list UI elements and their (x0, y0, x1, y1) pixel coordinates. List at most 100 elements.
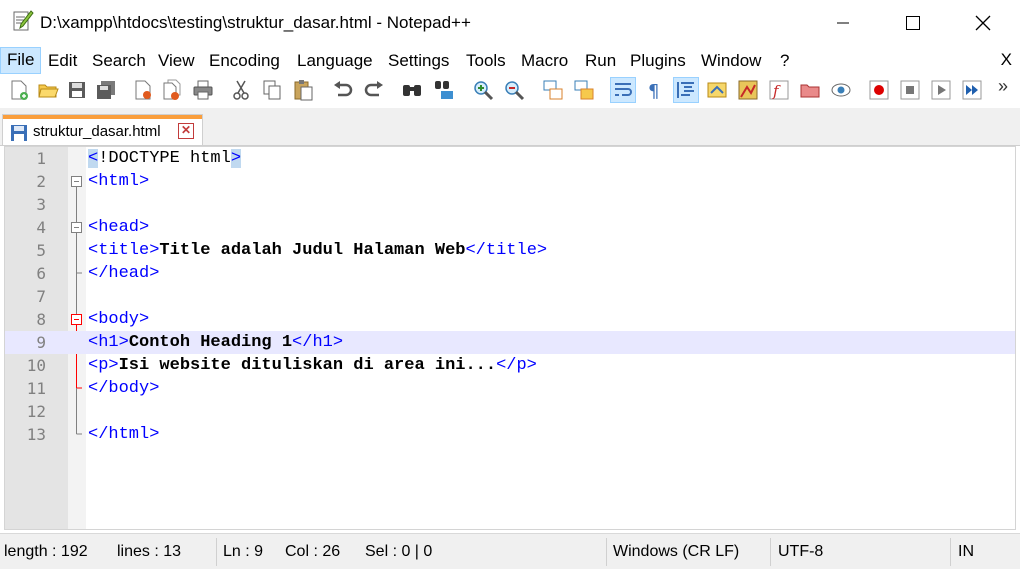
close-icon[interactable] (130, 77, 156, 103)
open-file-icon[interactable] (35, 77, 61, 103)
status-insert-mode[interactable]: IN (958, 543, 974, 561)
line-number: 4 (36, 218, 46, 237)
close-document-button[interactable]: X (1001, 50, 1012, 70)
maximize-button[interactable] (890, 0, 936, 46)
macro-run-multiple-icon[interactable] (959, 77, 985, 103)
undo-icon[interactable] (330, 77, 356, 103)
monitoring-icon[interactable] (828, 77, 854, 103)
show-all-chars-icon[interactable]: ¶ (641, 77, 667, 103)
folder-workspace-icon[interactable] (797, 77, 823, 103)
tab-active-indicator (3, 115, 202, 119)
copy-icon[interactable] (259, 77, 285, 103)
redo-icon[interactable] (361, 77, 387, 103)
menu-settings[interactable]: Settings (388, 50, 449, 74)
code-text: </head> (88, 262, 159, 285)
tab-label: struktur_dasar.html (33, 123, 161, 140)
line-number: 5 (36, 241, 46, 260)
menu-macro[interactable]: Macro (521, 50, 568, 74)
status-eol[interactable]: Windows (CR LF) (613, 543, 739, 561)
code-line[interactable]: 4 <head> (5, 216, 1015, 239)
toolbar-overflow-icon[interactable]: » (998, 76, 1008, 97)
new-file-icon[interactable] (6, 77, 32, 103)
code-line[interactable]: 7 (5, 285, 1015, 308)
window-title: D:\xampp\htdocs\testing\struktur_dasar.h… (40, 13, 471, 32)
macro-stop-icon[interactable] (897, 77, 923, 103)
code-text: <head> (88, 216, 149, 239)
replace-icon[interactable] (431, 77, 457, 103)
udl-icon[interactable] (704, 77, 730, 103)
macro-record-icon[interactable] (866, 77, 892, 103)
code-text: <!DOCTYPE html> (88, 147, 242, 170)
code-line[interactable]: 13 </html> (5, 423, 1015, 446)
code-line[interactable]: 3 (5, 193, 1015, 216)
line-number: 2 (36, 172, 46, 191)
line-number: 10 (26, 356, 46, 375)
html-tag-token: </head> (88, 264, 160, 283)
code-line[interactable]: 12 (5, 400, 1015, 423)
text-token: Title adalah Judul Halaman Web (159, 241, 466, 260)
status-divider (606, 538, 607, 566)
line-number: 3 (36, 195, 46, 214)
html-tag-token: <head> (88, 218, 150, 237)
close-window-button[interactable] (960, 0, 1006, 46)
status-divider (950, 538, 951, 566)
find-icon[interactable] (399, 77, 425, 103)
menu-file[interactable]: File (0, 47, 42, 74)
menu-plugins[interactable]: Plugins (630, 50, 686, 74)
html-tag-token: <html> (88, 172, 150, 191)
menu-language[interactable]: Language (297, 50, 373, 74)
zoom-in-icon[interactable] (470, 77, 496, 103)
html-tag-token: <p> (88, 356, 119, 375)
status-divider (770, 538, 771, 566)
print-icon[interactable] (190, 77, 216, 103)
text-token: Isi website dituliskan di area ini... (118, 356, 497, 375)
menu-tools[interactable]: Tools (466, 50, 506, 74)
tab-close-icon[interactable]: ✕ (178, 123, 194, 139)
code-line[interactable]: 6 </head> (5, 262, 1015, 285)
minimize-button[interactable] (820, 0, 866, 46)
code-line[interactable]: 9 <h1>Contoh Heading 1</h1> (5, 331, 1015, 354)
code-text: </body> (88, 377, 159, 400)
menu-view[interactable]: View (158, 50, 195, 74)
line-number: 13 (26, 425, 46, 444)
code-line[interactable]: 11 </body> (5, 377, 1015, 400)
code-line[interactable]: 1 <!DOCTYPE html> (5, 147, 1015, 170)
function-list-icon[interactable]: f (766, 77, 792, 103)
code-line[interactable]: 5 <title>Title adalah Judul Halaman Web</… (5, 239, 1015, 262)
menu-help[interactable]: ? (780, 50, 789, 74)
status-encoding[interactable]: UTF-8 (778, 543, 823, 561)
code-line[interactable]: 8 <body> (5, 308, 1015, 331)
html-tag-token: <h1> (88, 333, 129, 352)
sync-horizontal-icon[interactable] (571, 77, 597, 103)
title-bar: D:\xampp\htdocs\testing\struktur_dasar.h… (0, 0, 1020, 46)
save-icon[interactable] (64, 77, 90, 103)
html-tag-token: </title> (465, 241, 548, 260)
save-all-icon[interactable] (93, 77, 119, 103)
line-number: 9 (36, 333, 46, 352)
code-editor[interactable]: 1 <!DOCTYPE html> 2 <html> 3 4 <head> 5 <title>T… (4, 146, 1016, 530)
tab-struktur-dasar[interactable]: struktur_dasar.html ✕ (2, 114, 203, 145)
menu-search[interactable]: Search (92, 50, 146, 74)
zoom-out-icon[interactable] (501, 77, 527, 103)
line-number: 1 (36, 149, 46, 168)
text-token: Contoh Heading 1 (128, 333, 293, 352)
code-line[interactable]: 10 <p>Isi website dituliskan di area ini.… (5, 354, 1015, 377)
paste-icon[interactable] (290, 77, 316, 103)
line-number: 8 (36, 310, 46, 329)
close-all-icon[interactable] (159, 77, 185, 103)
sync-vertical-icon[interactable] (540, 77, 566, 103)
menu-edit[interactable]: Edit (48, 50, 77, 74)
status-bar: length : 192 lines : 13 Ln : 9 Col : 26 … (0, 533, 1020, 569)
code-text: <html> (88, 170, 149, 193)
cut-icon[interactable] (228, 77, 254, 103)
word-wrap-icon[interactable] (610, 77, 636, 103)
menu-encoding[interactable]: Encoding (209, 50, 280, 74)
indent-guide-icon[interactable] (673, 77, 699, 103)
toolbar: ¶ f » (0, 74, 1020, 108)
macro-play-icon[interactable] (928, 77, 954, 103)
menu-run[interactable]: Run (585, 50, 616, 74)
doc-map-icon[interactable] (735, 77, 761, 103)
code-line[interactable]: 2 <html> (5, 170, 1015, 193)
html-tag-token: <title> (88, 241, 160, 260)
menu-window[interactable]: Window (701, 50, 761, 74)
